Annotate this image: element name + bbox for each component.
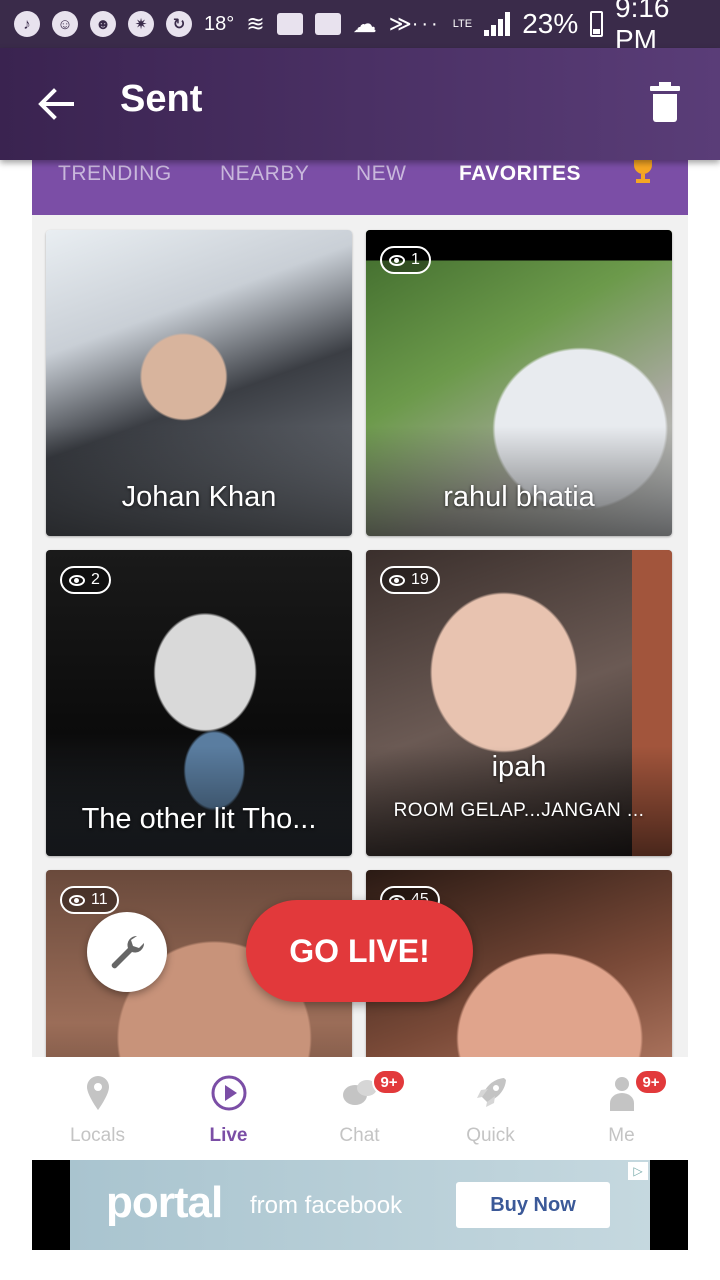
view-count: 1: [411, 251, 420, 268]
page-title: Sent: [120, 78, 203, 120]
rocket-icon: [477, 1078, 506, 1107]
settings-wrench-button[interactable]: [87, 912, 167, 992]
snapchat-icon: ☺: [52, 11, 78, 37]
nav-locals[interactable]: Locals: [32, 1057, 163, 1157]
tab-favorites[interactable]: FAVORITES: [459, 160, 581, 215]
image-icon: [276, 13, 303, 35]
cloud-icon: ☁: [352, 10, 377, 38]
bottom-navigation: Locals Live 9+ Chat Quick 9+ Me: [32, 1057, 688, 1157]
broadcast-tile[interactable]: 1 rahul bhatia: [366, 230, 672, 536]
chat-badge: 9+: [372, 1069, 406, 1095]
nav-live[interactable]: Live: [163, 1057, 294, 1157]
app-bar: Sent: [0, 48, 720, 160]
location-pin-icon: [87, 1076, 109, 1110]
nav-label: Quick: [466, 1125, 515, 1146]
trash-icon[interactable]: [650, 82, 680, 122]
status-bar: ♪ ☺ ☻ ✷ ↻ 18° ≋ ☁ ≫ ··· LTE 23% 9:16 PM: [0, 0, 720, 55]
play-circle-icon: [211, 1075, 247, 1111]
broadcast-tile[interactable]: 2 The other lit Tho...: [46, 550, 352, 856]
ad-tagline: from facebook: [250, 1192, 403, 1219]
category-tabs: TRENDING NEARBY NEW FAVORITES: [32, 160, 688, 215]
music-icon: ♪: [14, 11, 40, 37]
me-badge: 9+: [634, 1069, 668, 1095]
more-notifications-icon: ···: [411, 12, 441, 35]
broadcaster-name: Johan Khan: [121, 481, 277, 513]
ad-choices-icon[interactable]: ▷: [628, 1162, 648, 1180]
back-arrow-icon[interactable]: [36, 84, 76, 124]
gallery-icon: [314, 13, 341, 35]
battery-icon: [590, 11, 603, 37]
wrench-icon: [111, 935, 145, 969]
nav-me[interactable]: 9+ Me: [556, 1057, 687, 1157]
sync-icon: ↻: [166, 11, 192, 37]
battery-percent: 23%: [522, 8, 579, 39]
signal-icon: [484, 12, 511, 36]
broadcaster-name: rahul bhatia: [443, 481, 595, 513]
messenger-icon: ☻: [90, 11, 116, 37]
ad-banner[interactable]: portal from facebook Buy Now ▷: [32, 1160, 688, 1250]
nav-label: Chat: [339, 1125, 380, 1146]
nav-label: Me: [608, 1125, 635, 1146]
trophy-icon[interactable]: [630, 160, 656, 184]
broadcast-tile[interactable]: 19 ipah ROOM GELAP...JANGAN ...: [366, 550, 672, 856]
view-count-badge: 1: [380, 246, 431, 274]
broadcast-tile[interactable]: Johan Khan: [46, 230, 352, 536]
tab-trending[interactable]: TRENDING: [58, 160, 172, 215]
wifi-icon: ≋: [246, 11, 265, 36]
tab-nearby[interactable]: NEARBY: [220, 160, 309, 215]
go-live-button[interactable]: GO LIVE!: [246, 900, 473, 1002]
view-count: 19: [411, 571, 429, 588]
ad-brand: portal: [106, 1178, 223, 1227]
sprint-icon: ≫: [388, 11, 412, 36]
view-count-badge: 11: [60, 886, 119, 914]
broadcaster-name: The other lit Tho...: [81, 803, 317, 835]
nav-label: Live: [209, 1125, 248, 1146]
nav-quick[interactable]: Quick: [425, 1057, 556, 1157]
network-type: LTE: [452, 18, 473, 30]
view-count-badge: 2: [60, 566, 111, 594]
eye-icon: [69, 574, 85, 586]
ad-creative[interactable]: portal from facebook Buy Now: [70, 1160, 650, 1250]
view-count-badge: 19: [380, 566, 440, 594]
view-count: 11: [91, 891, 108, 908]
nav-label: Locals: [70, 1125, 125, 1146]
tab-new[interactable]: NEW: [356, 160, 407, 215]
temperature-text: 18°: [204, 12, 235, 35]
view-count: 2: [91, 571, 100, 588]
broadcaster-name: ipah: [491, 751, 547, 783]
eye-icon: [389, 254, 405, 266]
ad-buy-now-button[interactable]: Buy Now: [456, 1182, 610, 1228]
eye-icon: [389, 574, 405, 586]
broadcast-title: ROOM GELAP...JANGAN ...: [393, 800, 645, 821]
nav-chat[interactable]: 9+ Chat: [294, 1057, 425, 1157]
eye-icon: [69, 894, 85, 906]
settings-sun-icon: ✷: [128, 11, 154, 37]
